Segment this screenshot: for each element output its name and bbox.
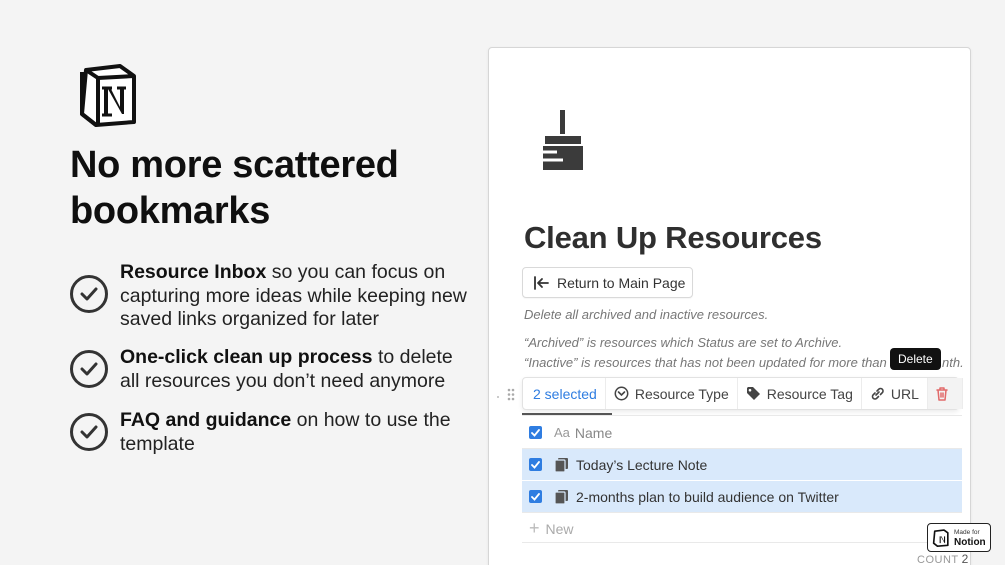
check-circle-icon — [70, 275, 108, 313]
resource-type-button[interactable]: Resource Type — [606, 378, 738, 409]
select-all-checkbox[interactable] — [529, 426, 542, 439]
table-header-row: Aa Name — [522, 417, 962, 448]
table-row[interactable]: 2-months plan to build audience on Twitt… — [522, 481, 962, 512]
table-row[interactable]: Today’s Lecture Note — [522, 449, 962, 480]
arrow-left-to-bar-icon — [534, 275, 549, 290]
target-circle-icon — [614, 386, 629, 401]
more-options-button[interactable] — [963, 378, 970, 409]
row-name: 2-months plan to build audience on Twitt… — [576, 488, 839, 505]
feature-item: One-click clean up process to delete all… — [70, 346, 470, 393]
description-line: “Archived” is resources which Status are… — [524, 335, 843, 350]
resource-tag-button[interactable]: Resource Tag — [738, 378, 862, 409]
notion-logo-icon — [80, 64, 136, 127]
row-count: COUNT 2 — [917, 552, 969, 565]
document-icon — [555, 489, 568, 504]
row-name: Today’s Lecture Note — [576, 456, 708, 473]
description-line-tail: nth. — [942, 355, 964, 370]
drag-handle-icon[interactable] — [507, 388, 515, 401]
selected-count-button[interactable]: 2 selected — [523, 378, 606, 409]
feature-text: Resource Inbox so you can focus on captu… — [120, 261, 467, 330]
tag-icon — [746, 387, 760, 400]
text-type-icon: Aa — [554, 425, 570, 440]
feature-item: FAQ and guidance on how to use the templ… — [70, 409, 470, 456]
headline: No more scattered bookmarks — [70, 144, 399, 232]
row-checkbox[interactable] — [529, 458, 542, 471]
page-title: Clean Up Resources — [524, 220, 822, 255]
document-icon — [555, 457, 568, 472]
link-icon — [871, 387, 884, 400]
check-circle-icon — [70, 413, 108, 451]
check-circle-icon — [70, 350, 108, 388]
trash-icon — [936, 386, 948, 401]
broom-icon — [543, 110, 583, 170]
row-checkbox[interactable] — [529, 490, 542, 503]
feature-item: Resource Inbox so you can focus on captu… — [70, 261, 470, 332]
feature-text: One-click clean up process to delete all… — [120, 346, 453, 392]
description-line: “Inactive” is resources that has not bee… — [524, 355, 887, 370]
delete-tooltip: Delete — [890, 348, 941, 370]
name-column-header[interactable]: Name — [575, 425, 612, 441]
dot — [497, 396, 499, 398]
made-for-notion-badge: Made for Notion — [927, 523, 991, 552]
url-button[interactable]: URL — [862, 378, 928, 409]
notion-logo-icon — [932, 528, 949, 547]
notion-page-card: Clean Up Resources Return to Main Page D… — [488, 47, 971, 565]
delete-button[interactable] — [927, 378, 963, 409]
selection-toolbar: 2 selected Resource Type Resource Tag UR… — [522, 377, 963, 410]
return-button-label: Return to Main Page — [557, 274, 686, 291]
new-row-button[interactable]: + New — [529, 518, 574, 539]
feature-text: FAQ and guidance on how to use the templ… — [120, 409, 451, 455]
table-divider — [522, 415, 962, 416]
plus-icon: + — [529, 518, 540, 538]
return-to-main-page-button[interactable]: Return to Main Page — [522, 267, 693, 298]
description-line: Delete all archived and inactive resourc… — [524, 307, 769, 322]
